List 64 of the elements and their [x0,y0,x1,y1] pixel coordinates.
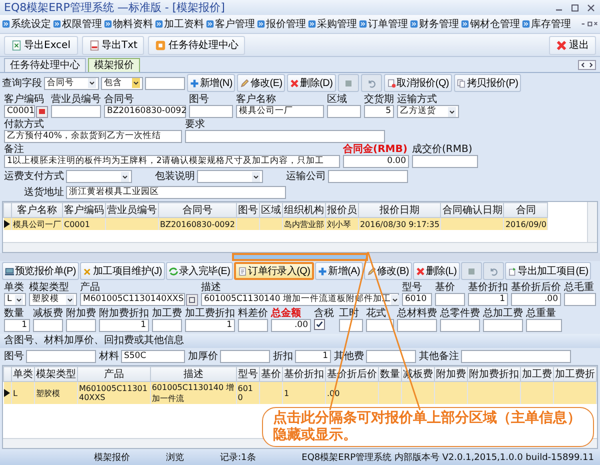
table-cell: 岛内营业部 [282,218,326,230]
field-label: 备注 [4,144,25,155]
table-cell: 1 [282,382,326,404]
field-label: 加厚价 [188,351,218,362]
field-label: 付款方式 [4,119,45,130]
field-label: 型号 [402,282,423,293]
field-label: 客户编码 [4,94,45,105]
field-label: 图号 [189,94,210,105]
field-label: 总金额 [271,308,302,319]
table-cell: C0001 [62,218,106,230]
status-text: 模架报价 [93,452,130,464]
field-label: 模架类型 [29,282,70,293]
field-label: 交货期 [364,94,394,105]
field-label: 总加工费 [483,308,523,319]
status-text: 记录:1条 [220,452,257,464]
field-label: 运输公司 [285,171,326,182]
field-label: 运输方式 [397,94,438,105]
field-label: 描述 [201,282,222,293]
field-label: 材料 [99,351,119,362]
field-label: 加工费 [152,308,182,319]
table-cell: 模具公司一厂 [12,218,62,230]
field-label: 花式 [366,308,387,319]
window-title: EQ8模架ERP管理系统 —标准版 - [模架报价] [4,0,225,15]
field-label: 其他备注 [419,351,459,362]
field-label: 总材料费 [397,308,437,319]
status-text: 浏览 [165,452,185,464]
table-cell: M601005C1130140XXS [78,382,150,404]
field-label: 附加费折扣 [99,308,149,319]
field-label: 折扣 [273,351,293,362]
field-label: 图号 [4,351,24,362]
field-label: 附加费 [66,308,96,319]
field-label: 合同号 [104,94,135,105]
field-label: 总毛重 [564,282,595,293]
field-label: 减板费 [33,308,63,319]
field-label: 要求 [185,119,206,130]
field-label: 含税 [314,308,335,319]
field-label: 合同金(RMB) [343,144,408,155]
field-label: 基价 [435,282,456,293]
field-label: 营业员编号 [51,94,101,105]
field-label: 总重量 [526,308,557,319]
table-cell: 塑胶模 [34,382,78,404]
field-label: 数量 [4,308,25,319]
field-label: 查询字段 [2,78,42,88]
field-label: 基价折后价 [511,282,561,293]
table-cell: 2016/09/0 [504,218,548,230]
table-cell: L [12,382,34,404]
field-label: 基价折扣 [468,282,508,293]
table-cell: 6010 [236,382,260,404]
status-text: EQ8模架ERP管理系统 内部版本号 V2.0.1,2015,1.0.0 build-15899.11 [300,452,595,464]
field-label: 总零件费 [440,308,480,319]
field-label: 料差价 [238,308,268,319]
field-label: 送货地址 [23,187,64,198]
table-cell: BZ20160830-0092 [158,218,236,230]
field-label: 客户名称 [236,94,277,105]
field-label: 产品 [80,282,101,293]
field-label: 包装说明 [154,171,195,182]
field-label: 区域 [327,94,348,105]
field-label: 成交价(RMB) [412,144,474,155]
field-label: 运费支付方式 [4,171,64,182]
table-cell: 2016/08/30 9:17:35 [358,218,441,230]
field-label: 单类 [4,282,25,293]
callout-tooltip: 点击此分隔条可对报价单上部分区域（主单信息）隐藏或显示。 [262,407,594,447]
field-label: 加工费折扣 [185,308,235,319]
table-cell: 601005C1130140 增加一件流 [150,382,236,404]
